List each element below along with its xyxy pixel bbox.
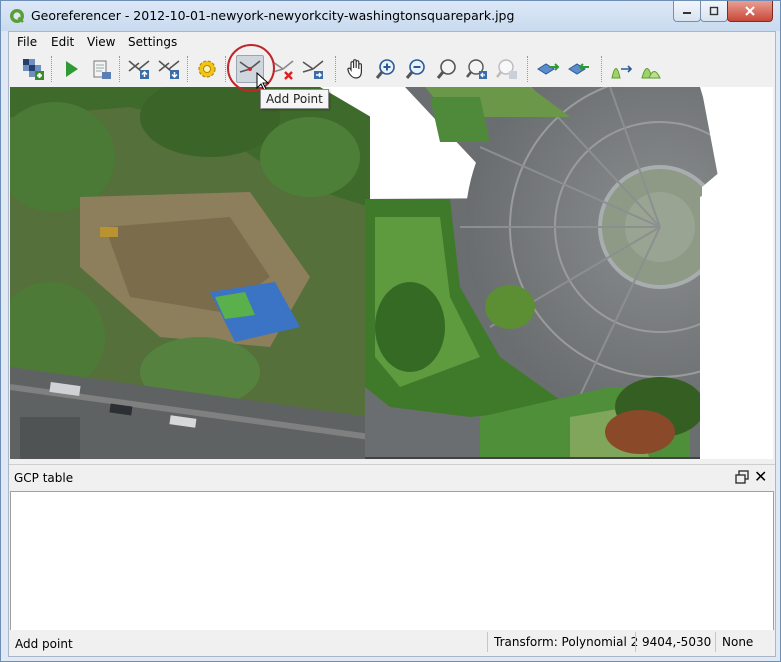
save-gcp-points-icon (158, 60, 180, 79)
window-title: Georeferencer - 2012-10-01-newyork-newyo… (31, 8, 515, 23)
menu-view[interactable]: View (87, 35, 115, 49)
status-bar: Add point Transform: Polynomial 2 9404,-… (9, 630, 775, 656)
georeferencer-window: Georeferencer - 2012-10-01-newyork-newyo… (0, 0, 781, 662)
menu-bar: File Edit View Settings (9, 32, 775, 52)
toolbar (9, 52, 775, 86)
toolbar-separator (335, 56, 336, 82)
local-histogram-stretch-icon (641, 68, 661, 79)
title-bar: Georeferencer - 2012-10-01-newyork-newyo… (1, 1, 780, 31)
zoom-to-layer-button[interactable] (433, 55, 461, 83)
zoom-in-icon (375, 59, 395, 79)
close-panel-button[interactable]: ✕ (754, 469, 767, 485)
transform-status: Transform: Polynomial 2 (487, 632, 644, 652)
generate-gdal-script-icon (93, 60, 111, 79)
transformation-settings-icon (198, 60, 216, 78)
maximize-button[interactable] (700, 1, 728, 22)
link-qgis-to-georeferencer-button[interactable] (565, 55, 593, 83)
full-histogram-stretch-icon (611, 65, 633, 79)
toolbar-separator (601, 56, 602, 82)
projection-status: None (715, 632, 759, 652)
move-gcp-point-icon (302, 60, 324, 79)
float-panel-icon[interactable] (735, 470, 749, 484)
gcp-panel-header: GCP table ✕ (9, 464, 775, 491)
start-georeferencing-button[interactable] (57, 55, 85, 83)
toolbar-separator (527, 56, 528, 82)
zoom-next-button[interactable] (493, 55, 521, 83)
zoom-in-button[interactable] (372, 55, 400, 83)
add-point-tooltip: Add Point (260, 89, 329, 109)
menu-settings[interactable]: Settings (128, 35, 177, 49)
zoom-out-icon (405, 59, 425, 79)
start-georeferencing-icon (66, 61, 78, 77)
maximize-icon (709, 6, 719, 16)
minimize-button[interactable] (673, 1, 701, 22)
toolbar-separator (119, 56, 120, 82)
transformation-settings-button[interactable] (193, 55, 221, 83)
menu-file[interactable]: File (17, 35, 37, 49)
status-message: Add point (15, 637, 73, 651)
gcp-table[interactable] (10, 491, 774, 631)
local-histogram-stretch-button[interactable] (637, 55, 665, 83)
link-georeferencer-to-qgis-icon (537, 63, 560, 75)
zoom-last-icon (465, 59, 487, 79)
zoom-out-button[interactable] (402, 55, 430, 83)
zoom-next-icon (495, 59, 517, 79)
open-raster-button[interactable] (19, 55, 47, 83)
close-icon (745, 6, 755, 16)
qgis-logo-icon (10, 9, 24, 23)
link-qgis-to-georeferencer-icon (568, 63, 589, 75)
client-area: File Edit View Settings Add Point GCP ta… (8, 31, 776, 657)
open-raster-icon (23, 59, 44, 80)
generate-gdal-script-button[interactable] (87, 55, 115, 83)
close-window-button[interactable] (727, 1, 773, 22)
pan-icon (347, 59, 362, 79)
toolbar-separator (187, 56, 188, 82)
georeferencer-map-canvas[interactable] (10, 87, 773, 459)
link-georeferencer-to-qgis-button[interactable] (534, 55, 562, 83)
load-gcp-points-icon (128, 60, 150, 79)
load-gcp-points-button[interactable] (125, 55, 153, 83)
zoom-last-button[interactable] (463, 55, 491, 83)
aerial-photo-raster (10, 87, 773, 459)
gcp-panel-title: GCP table (14, 471, 74, 485)
coordinate-readout: 9404,-5030 (635, 632, 717, 652)
menu-edit[interactable]: Edit (51, 35, 74, 49)
toolbar-separator (51, 56, 52, 82)
minimize-icon (683, 12, 691, 14)
zoom-to-layer-icon (436, 59, 456, 79)
full-histogram-stretch-button[interactable] (607, 55, 635, 83)
move-gcp-point-button[interactable] (299, 55, 327, 83)
pan-button[interactable] (342, 55, 370, 83)
save-gcp-points-button[interactable] (155, 55, 183, 83)
